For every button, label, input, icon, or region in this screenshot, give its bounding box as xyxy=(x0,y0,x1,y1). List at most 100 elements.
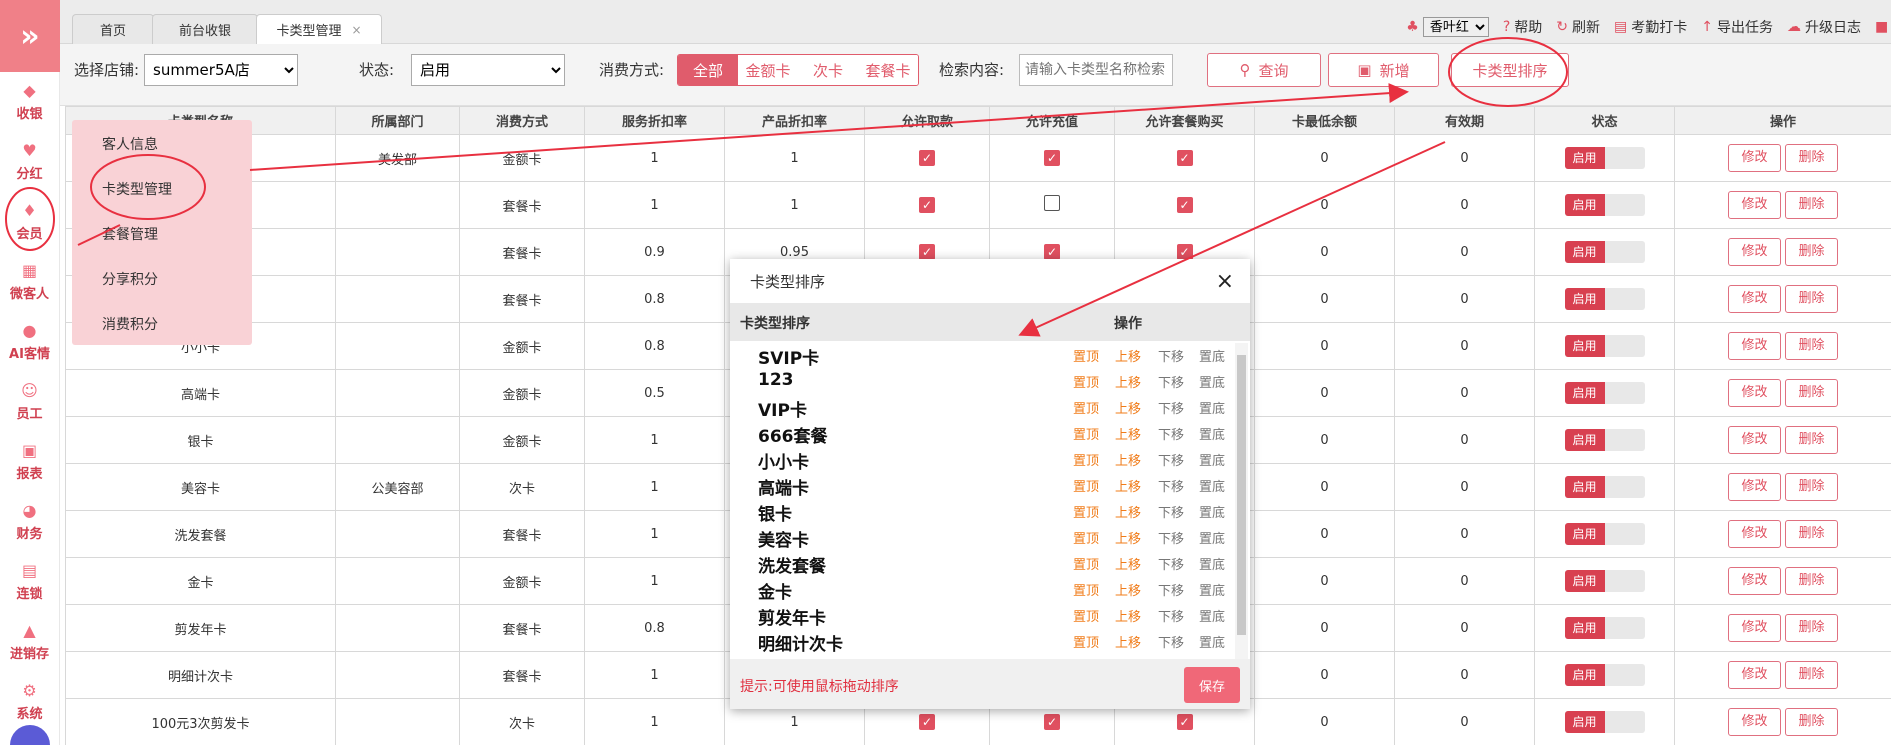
move-down-button[interactable]: 下移 xyxy=(1158,528,1184,547)
allow-package-checkbox[interactable]: ✓ xyxy=(1176,244,1193,260)
edit-button[interactable]: 修改 xyxy=(1728,144,1781,172)
move-bottom-button[interactable]: 置底 xyxy=(1199,502,1225,521)
move-top-button[interactable]: 置顶 xyxy=(1073,346,1099,365)
move-bottom-button[interactable]: 置底 xyxy=(1199,398,1225,417)
allow-package-checkbox[interactable]: ✓ xyxy=(1176,197,1193,213)
move-top-button[interactable]: 置顶 xyxy=(1073,554,1099,573)
allow-recharge-checkbox[interactable]: ✓ xyxy=(1044,150,1060,166)
status-toggle[interactable]: 启用 xyxy=(1564,617,1645,639)
move-bottom-button[interactable]: 置底 xyxy=(1199,580,1225,599)
delete-button[interactable]: 删除 xyxy=(1785,661,1838,689)
move-up-button[interactable]: 上移 xyxy=(1115,450,1141,469)
move-top-button[interactable]: 置顶 xyxy=(1073,372,1099,391)
tab-card-type-management[interactable]: 卡类型管理 × xyxy=(256,14,382,44)
move-bottom-button[interactable]: 置底 xyxy=(1199,528,1225,547)
status-select[interactable]: 启用 xyxy=(411,54,565,86)
sort-list-item[interactable]: 美容卡 置顶 上移 下移 置底 xyxy=(730,523,1230,551)
sort-list-item[interactable]: 金卡 置顶 上移 下移 置底 xyxy=(730,575,1230,603)
pay-option-amount-card[interactable]: 金额卡 xyxy=(738,55,798,85)
save-button[interactable]: 保存 xyxy=(1184,667,1240,703)
move-bottom-button[interactable]: 置底 xyxy=(1199,476,1225,495)
move-down-button[interactable]: 下移 xyxy=(1158,554,1184,573)
add-button[interactable]: ▣ 新增 xyxy=(1328,53,1439,87)
move-down-button[interactable]: 下移 xyxy=(1158,450,1184,469)
sidebar-item[interactable]: ▤ 连锁 xyxy=(0,552,59,612)
sidebar-item[interactable]: ▦ 微客人 xyxy=(0,252,59,312)
menu-item-package-management[interactable]: 套餐管理 xyxy=(102,224,158,244)
allow-recharge-checkbox[interactable]: ✓ xyxy=(1044,714,1060,730)
menu-item-share-points[interactable]: 分享积分 xyxy=(102,269,158,289)
move-top-button[interactable]: 置顶 xyxy=(1073,580,1099,599)
move-down-button[interactable]: 下移 xyxy=(1158,476,1184,495)
allow-recharge-checkbox[interactable] xyxy=(1044,195,1060,211)
move-top-button[interactable]: 置顶 xyxy=(1073,450,1099,469)
help-link[interactable]: ? 帮助 xyxy=(1503,17,1542,37)
move-bottom-button[interactable]: 置底 xyxy=(1199,632,1225,651)
allow-package-checkbox[interactable]: ✓ xyxy=(1176,714,1193,730)
status-toggle[interactable]: 启用 xyxy=(1564,570,1645,592)
search-input[interactable] xyxy=(1019,54,1173,86)
delete-button[interactable]: 删除 xyxy=(1785,332,1838,360)
delete-button[interactable]: 删除 xyxy=(1785,614,1838,642)
delete-button[interactable]: 删除 xyxy=(1785,473,1838,501)
allow-withdraw-checkbox[interactable]: ✓ xyxy=(919,244,935,260)
sort-list-item[interactable]: VIP卡 置顶 上移 下移 置底 xyxy=(730,393,1230,421)
store-select[interactable]: summer5A店 xyxy=(144,54,298,86)
close-icon[interactable]: × xyxy=(351,23,361,37)
move-top-button[interactable]: 置顶 xyxy=(1073,476,1099,495)
allow-package-checkbox[interactable]: ✓ xyxy=(1176,150,1193,166)
sidebar-item[interactable]: ▲ 进销存 xyxy=(0,612,59,672)
sidebar-item[interactable]: ♥ 分红 xyxy=(0,132,59,192)
tab-home[interactable]: 首页 xyxy=(72,14,154,44)
delete-button[interactable]: 删除 xyxy=(1785,238,1838,266)
skin-select[interactable]: 香叶红 xyxy=(1422,17,1489,37)
card-type-sort-button[interactable]: 卡类型排序 xyxy=(1451,53,1569,87)
move-down-button[interactable]: 下移 xyxy=(1158,502,1184,521)
sort-list-item[interactable]: 明细计次卡 置顶 上移 下移 置底 xyxy=(730,627,1230,655)
status-toggle[interactable]: 启用 xyxy=(1564,711,1645,733)
move-up-button[interactable]: 上移 xyxy=(1115,580,1141,599)
move-up-button[interactable]: 上移 xyxy=(1115,372,1141,391)
edit-button[interactable]: 修改 xyxy=(1728,426,1781,454)
allow-withdraw-checkbox[interactable]: ✓ xyxy=(919,714,935,730)
move-up-button[interactable]: 上移 xyxy=(1115,424,1141,443)
status-toggle[interactable]: 启用 xyxy=(1564,429,1645,451)
edit-button[interactable]: 修改 xyxy=(1728,567,1781,595)
move-top-button[interactable]: 置顶 xyxy=(1073,528,1099,547)
status-toggle[interactable]: 启用 xyxy=(1564,476,1645,498)
sidebar-item[interactable]: ▣ 报表 xyxy=(0,432,59,492)
move-up-button[interactable]: 上移 xyxy=(1115,606,1141,625)
menu-item-card-type-management[interactable]: 卡类型管理 xyxy=(102,179,172,199)
status-toggle[interactable]: 启用 xyxy=(1564,147,1645,169)
edit-button[interactable]: 修改 xyxy=(1728,473,1781,501)
sort-list-item[interactable]: 666套餐 置顶 上移 下移 置底 xyxy=(730,419,1230,447)
sidebar-toggle-button[interactable]: » xyxy=(0,0,60,72)
allow-withdraw-checkbox[interactable]: ✓ xyxy=(919,150,935,166)
move-bottom-button[interactable]: 置底 xyxy=(1199,372,1225,391)
move-up-button[interactable]: 上移 xyxy=(1115,502,1141,521)
status-toggle[interactable]: 启用 xyxy=(1564,288,1645,310)
move-up-button[interactable]: 上移 xyxy=(1115,528,1141,547)
edit-button[interactable]: 修改 xyxy=(1728,332,1781,360)
move-up-button[interactable]: 上移 xyxy=(1115,346,1141,365)
scrollbar-thumb[interactable] xyxy=(1237,355,1246,635)
move-up-button[interactable]: 上移 xyxy=(1115,398,1141,417)
allow-withdraw-checkbox[interactable]: ✓ xyxy=(919,197,935,213)
upgrade-log-link[interactable]: ☁ 升级日志 xyxy=(1787,17,1861,37)
close-icon[interactable]: × xyxy=(1216,269,1234,294)
pay-option-package-card[interactable]: 套餐卡 xyxy=(858,55,918,85)
sort-list-item[interactable]: 银卡 置顶 上移 下移 置底 xyxy=(730,497,1230,525)
sort-list-item[interactable]: 高端卡 置顶 上移 下移 置底 xyxy=(730,471,1230,499)
edit-button[interactable]: 修改 xyxy=(1728,191,1781,219)
sidebar-item[interactable]: ⚙ 系统 xyxy=(0,672,59,732)
sort-list-item[interactable]: 剪发年卡 置顶 上移 下移 置底 xyxy=(730,601,1230,629)
menu-item-customer-info[interactable]: 客人信息 xyxy=(102,134,158,154)
move-bottom-button[interactable]: 置底 xyxy=(1199,554,1225,573)
status-toggle[interactable]: 启用 xyxy=(1564,194,1645,216)
move-top-button[interactable]: 置顶 xyxy=(1073,606,1099,625)
status-toggle[interactable]: 启用 xyxy=(1564,382,1645,404)
move-top-button[interactable]: 置顶 xyxy=(1073,502,1099,521)
pay-option-all[interactable]: 全部 xyxy=(678,55,738,85)
sidebar-item[interactable]: ◕ 财务 xyxy=(0,492,59,552)
pay-option-count-card[interactable]: 次卡 xyxy=(798,55,858,85)
